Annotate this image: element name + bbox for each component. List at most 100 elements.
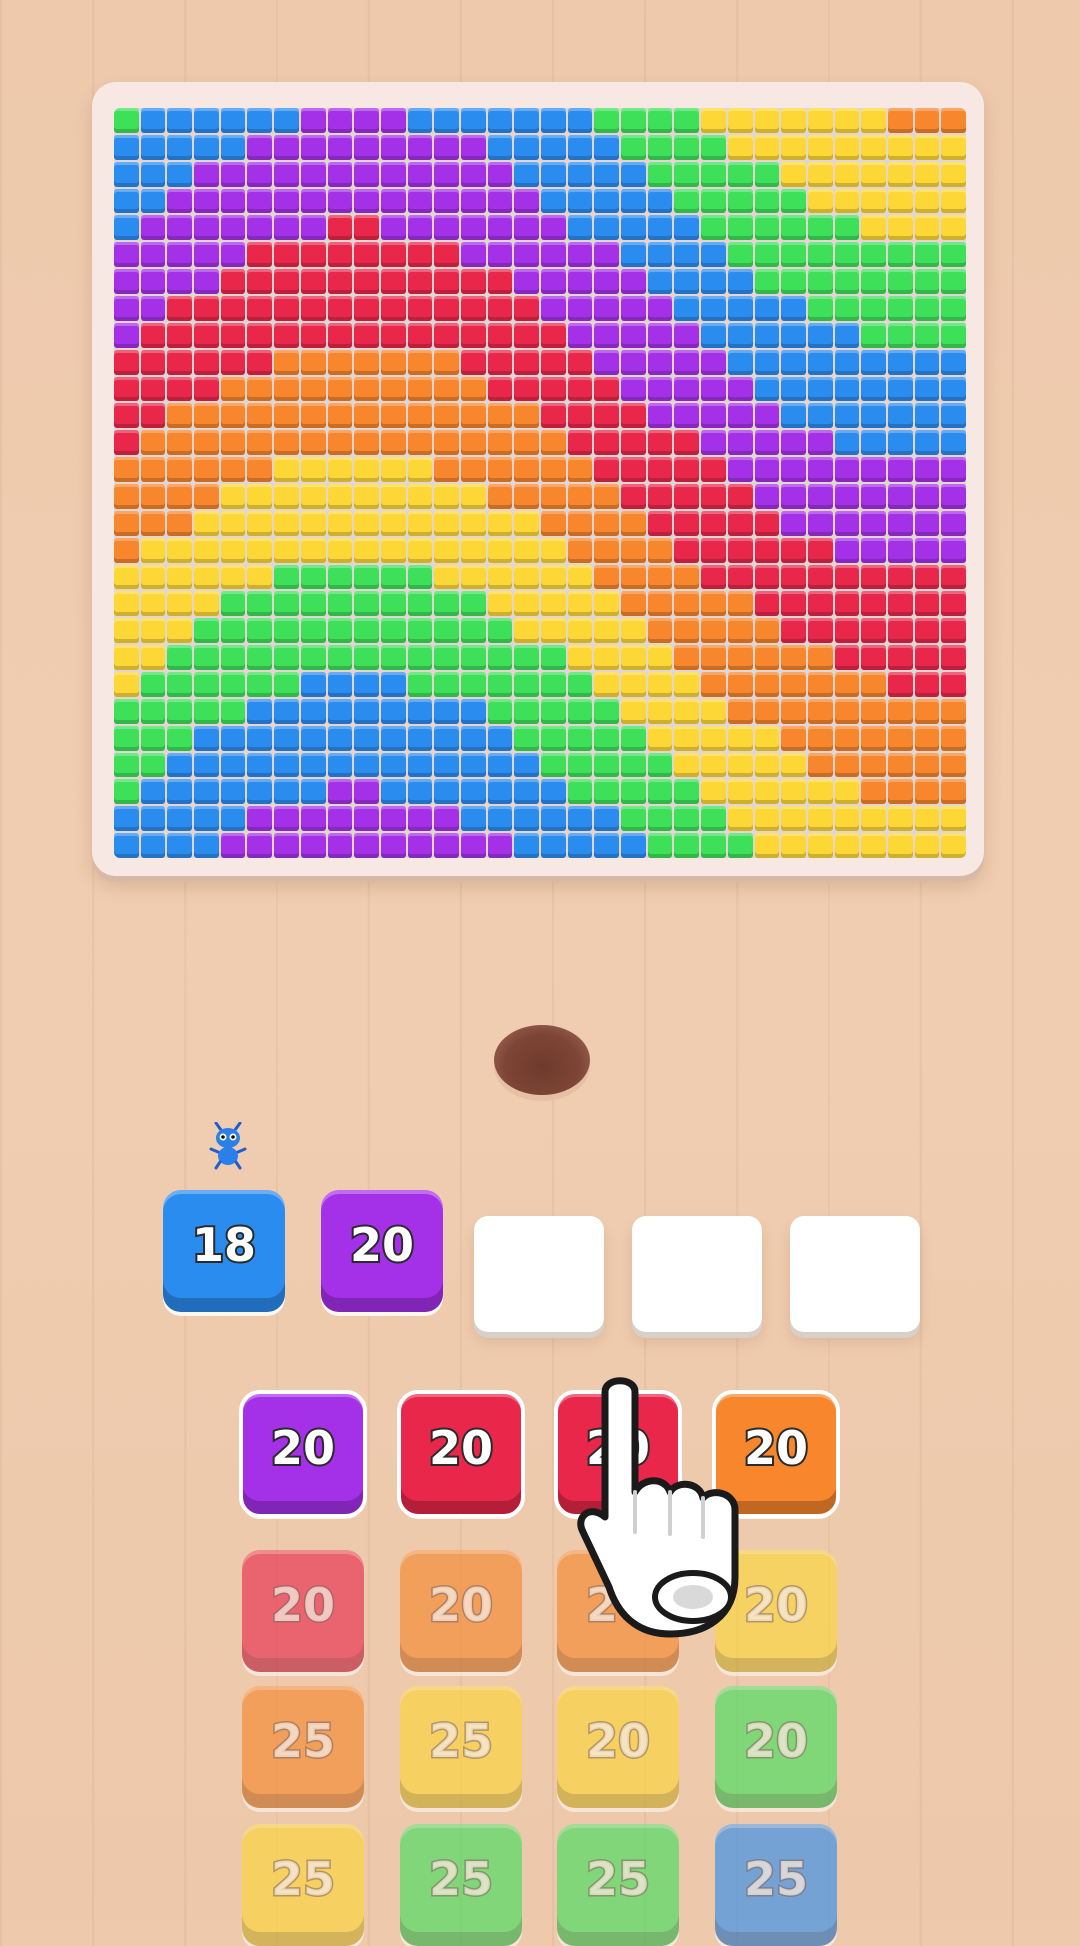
board-pixel — [647, 215, 673, 241]
board-pixel — [167, 806, 193, 832]
board-pixel — [274, 457, 299, 482]
board-pixel — [274, 376, 299, 402]
board-pixel — [594, 322, 620, 348]
board-pixel — [834, 833, 860, 858]
board-pixel — [754, 296, 780, 321]
queue-slot-1[interactable]: 18 — [163, 1190, 285, 1312]
board-pixel — [220, 108, 246, 133]
board-pixel — [460, 269, 486, 294]
board-pixel — [514, 296, 539, 321]
board-pixel — [621, 645, 646, 670]
board-pixel — [487, 510, 513, 536]
board-pixel — [140, 322, 166, 348]
board-pixel — [861, 376, 886, 402]
board-pixel — [781, 376, 806, 402]
board-pixel — [727, 403, 753, 429]
board-pixel — [220, 403, 246, 429]
board-pixel — [727, 430, 753, 456]
board-pixel — [327, 322, 353, 348]
board-pixel — [887, 779, 913, 805]
board-pixel — [167, 242, 193, 268]
board-pixel — [941, 672, 966, 697]
board-pixel — [834, 618, 860, 644]
board-pixel — [300, 349, 326, 375]
board-pixel — [701, 349, 726, 375]
board-pixel — [247, 269, 273, 294]
board-pixel — [541, 484, 566, 509]
board-pixel — [861, 618, 886, 644]
grid-tile-r2-c2: 20 — [400, 1550, 522, 1672]
grid-tile-value: 25 — [427, 1851, 494, 1908]
board-pixel — [594, 108, 620, 133]
board-pixel — [434, 349, 459, 375]
board-pixel — [567, 161, 593, 187]
board-pixel — [594, 242, 620, 268]
board-pixel — [407, 564, 433, 590]
grid-tile-r3-c4: 20 — [715, 1686, 837, 1808]
board-pixel — [274, 108, 299, 133]
board-pixel — [247, 376, 273, 402]
board-pixel — [194, 591, 219, 617]
board-pixel — [621, 564, 646, 590]
board-pixel — [701, 618, 726, 644]
board-pixel — [941, 537, 966, 563]
board-pixel — [327, 645, 353, 670]
board-pixel — [807, 215, 833, 241]
board-pixel — [380, 698, 406, 724]
board-pixel — [354, 376, 379, 402]
board-pixel — [754, 510, 780, 536]
board-pixel — [834, 215, 860, 241]
board-pixel — [300, 591, 326, 617]
board-pixel — [194, 242, 219, 268]
board-pixel — [594, 645, 620, 670]
board-pixel — [114, 296, 139, 321]
board-pixel — [194, 403, 219, 429]
board-pixel — [887, 833, 913, 858]
board-pixel — [194, 376, 219, 402]
queue-slot-2[interactable]: 20 — [321, 1190, 443, 1312]
board-pixel — [781, 161, 806, 187]
queue-slot-2-value: 20 — [348, 1216, 416, 1274]
board-pixel — [460, 618, 486, 644]
board-pixel — [327, 537, 353, 563]
board-pixel — [114, 134, 139, 160]
board-pixel — [274, 779, 299, 805]
board-pixel — [727, 376, 753, 402]
board-pixel — [567, 430, 593, 456]
board-pixel — [887, 161, 913, 187]
board-pixel — [407, 752, 433, 778]
board-pixel — [941, 215, 966, 241]
board-pixel — [754, 403, 780, 429]
board-pixel — [701, 725, 726, 751]
grid-tile-r1-c1[interactable]: 20 — [239, 1390, 367, 1518]
board-pixel — [914, 806, 940, 832]
board-pixel — [754, 108, 780, 133]
board-pixel — [300, 134, 326, 160]
board-pixel — [220, 591, 246, 617]
board-pixel — [327, 591, 353, 617]
board-pixel — [407, 698, 433, 724]
board-pixel — [594, 269, 620, 294]
board-pixel — [514, 537, 539, 563]
board-pixel — [354, 269, 379, 294]
board-pixel — [354, 403, 379, 429]
board-pixel — [460, 591, 486, 617]
board-pixel — [380, 537, 406, 563]
board-pixel — [460, 242, 486, 268]
board-pixel — [834, 591, 860, 617]
grid-tile-r1-c2[interactable]: 20 — [397, 1390, 525, 1518]
board-pixel — [621, 779, 646, 805]
board-pixel — [167, 537, 193, 563]
board-pixel — [487, 698, 513, 724]
board-pixel — [434, 108, 459, 133]
board-pixel — [567, 510, 593, 536]
board-pixel — [861, 752, 886, 778]
board-pixel — [941, 134, 966, 160]
board-pixel — [354, 108, 379, 133]
empty-slot-4 — [632, 1216, 762, 1332]
board-pixel — [354, 698, 379, 724]
grid-tile-value: 20 — [584, 1713, 651, 1770]
board-pixel — [701, 698, 726, 724]
board-pixel — [807, 134, 833, 160]
board-pixel — [514, 134, 539, 160]
